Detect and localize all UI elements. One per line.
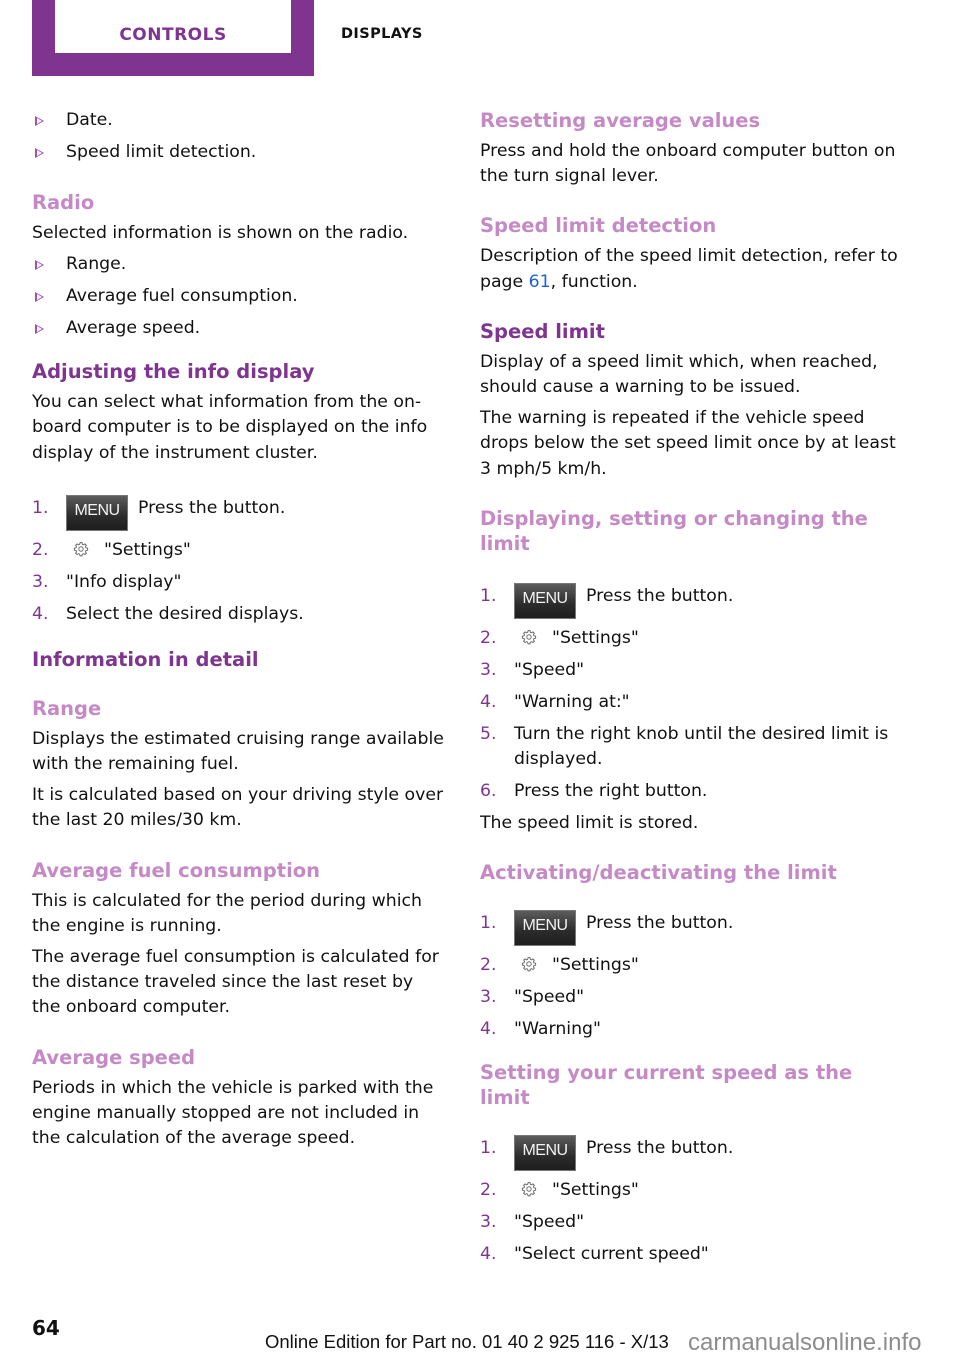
- step-item: 2. "Settings": [480, 1180, 639, 1201]
- menu-button-icon: MENU: [514, 1135, 576, 1172]
- resetting-heading: Resetting average values: [480, 109, 761, 132]
- page-link[interactable]: 61: [529, 272, 551, 292]
- radio-text: Selected information is shown on the rad…: [32, 223, 409, 243]
- left-column: Date. Speed limit detection. Radio Selec…: [32, 108, 444, 1151]
- displaying-after-text: The speed limit is stored.: [480, 812, 699, 833]
- avg-speed-paragraph: Periods in which the vehicle is parked w…: [32, 1077, 434, 1149]
- current-speed-heading: Setting your current speed as the limit: [480, 1061, 853, 1110]
- edition-text: Online Edition for Part no. 01 40 2 925 …: [265, 1331, 669, 1352]
- adjusting-heading: Adjusting the info display: [32, 360, 315, 384]
- step-item: 3. "Speed": [480, 1212, 585, 1233]
- activating-heading: Activating/deactivating the limit: [480, 861, 837, 885]
- radio-bullet-list: Range. Average fuel consumption. Average…: [32, 252, 444, 341]
- speed-limit-heading: Speed limit: [480, 319, 605, 343]
- speed-limit-paragraph: The warning is repeated if the vehicle s…: [480, 408, 896, 479]
- bullet-item: Range.: [32, 252, 444, 277]
- avg-fuel-paragraph: This is calculated for the period during…: [32, 890, 422, 936]
- speed-limit-paragraph: Display of a speed limit which, when rea…: [480, 351, 878, 398]
- step-item: 5. Turn the right knob until the desired …: [480, 723, 889, 769]
- displaying-steps: 1. MENU Press the button. 2. "Settings" 3. "…: [480, 582, 900, 804]
- displaying-heading: Displaying, setting or changing the limi…: [480, 506, 868, 555]
- section-tab-label[interactable]: DISPLAYS: [341, 26, 423, 42]
- triangle-bullet-icon: [35, 292, 44, 303]
- page-number: 64: [32, 1316, 60, 1340]
- adjusting-text: You can select what information from the…: [32, 392, 428, 463]
- current-speed-steps: 1. MENU Press the button. 2. "Settings" 3. "…: [480, 1135, 900, 1267]
- step-item: 3. "Speed": [480, 987, 585, 1008]
- chapter-tab-label: CONTROLS: [119, 24, 227, 45]
- gear-icon: [521, 629, 537, 645]
- resetting-text: Press and hold the onboard computer butt…: [480, 141, 896, 187]
- step-item: 1. MENU Press the button.: [480, 1135, 900, 1172]
- step-item: 4. Select the desired displays.: [32, 603, 304, 624]
- range-paragraph: Displays the estimated cruising range av…: [32, 728, 444, 775]
- triangle-bullet-icon: [35, 148, 44, 158]
- triangle-bullet-icon: [35, 116, 44, 126]
- avg-fuel-paragraph: The average fuel consumption is calculat…: [32, 947, 439, 1018]
- radio-heading: Radio: [32, 191, 95, 214]
- bullet-item: Average fuel consumption.: [32, 284, 444, 309]
- step-item: 2. "Settings": [480, 955, 639, 976]
- detection-text: Description of the speed limit detection…: [480, 246, 898, 292]
- avg-speed-heading: Average speed: [32, 1045, 196, 1069]
- info-detail-heading: Information in detail: [32, 647, 259, 671]
- intro-bullet-list: Date. Speed limit detection.: [32, 108, 444, 165]
- range-heading: Range: [32, 696, 102, 720]
- bullet-item: Average speed.: [32, 316, 444, 341]
- range-paragraph: It is calculated based on your driving s…: [32, 785, 444, 831]
- avg-fuel-heading: Average fuel consumption: [32, 858, 321, 882]
- step-item: 1. MENU Press the button.: [32, 494, 444, 531]
- watermark: carmanualsonline.info: [688, 1329, 922, 1356]
- gear-icon: [521, 957, 537, 972]
- triangle-bullet-icon: [35, 260, 44, 271]
- menu-button-icon: MENU: [514, 582, 576, 619]
- gear-icon: [521, 1182, 537, 1197]
- step-item: 4. "Warning at:": [480, 691, 630, 712]
- step-item: 4. "Select current speed": [480, 1244, 709, 1265]
- menu-button-icon: MENU: [514, 910, 576, 947]
- right-column: Resetting average values Press and hold …: [480, 108, 900, 1274]
- bullet-item: Date.: [32, 108, 444, 133]
- detection-heading: Speed limit detection: [480, 214, 717, 238]
- menu-button-icon: MENU: [66, 494, 128, 531]
- step-item: 1. MENU Press the button.: [480, 582, 900, 619]
- step-item: 2. "Settings": [480, 627, 639, 648]
- step-item: 3. "Speed": [480, 659, 585, 680]
- gear-icon: [73, 541, 89, 557]
- triangle-bullet-icon: [35, 324, 44, 335]
- step-item: 4. "Warning": [480, 1019, 601, 1040]
- step-item: 6. Press the right button.: [480, 780, 708, 801]
- activating-steps: 1. MENU Press the button. 2. "Settings" 3. "…: [480, 910, 900, 1042]
- bullet-item: Speed limit detection.: [32, 140, 444, 165]
- step-item: 1. MENU Press the button.: [480, 910, 900, 947]
- chapter-tab-frame: CONTROLS: [32, 0, 314, 76]
- chapter-tab[interactable]: CONTROLS: [55, 0, 291, 53]
- step-item: 2. "Settings": [32, 539, 191, 560]
- step-item: 3. "Info display": [32, 571, 182, 592]
- adjusting-steps: 1. MENU Press the button. 2. "Settings" 3. "…: [32, 494, 444, 627]
